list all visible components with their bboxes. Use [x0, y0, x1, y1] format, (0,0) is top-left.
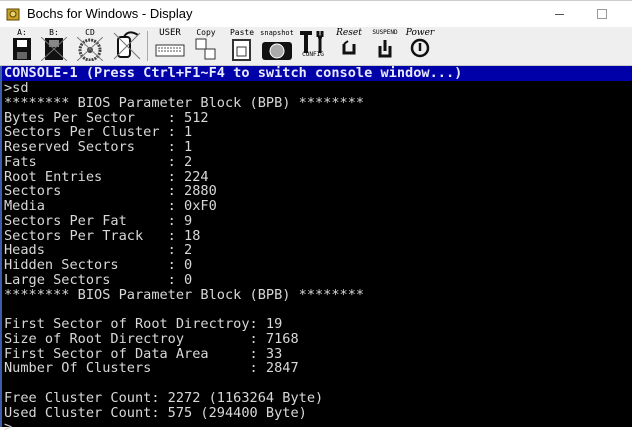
floppy-disabled-icon — [41, 37, 67, 61]
console-line: Fats : 2 — [4, 153, 193, 170]
keyboard-icon — [155, 44, 185, 57]
reset-button[interactable]: Reset — [332, 29, 366, 63]
window-title: Bochs for Windows - Display — [27, 6, 193, 21]
console-line: Bytes Per Sector : 512 — [4, 109, 209, 126]
console-line: Number Of Clusters : 2847 — [4, 360, 299, 377]
copy-button[interactable]: Copy — [192, 29, 220, 63]
maximize-button[interactable] — [595, 5, 613, 23]
paste-button[interactable]: Paste — [228, 29, 256, 63]
console-area[interactable]: CONSOLE-1 (Press Ctrl+F1~F4 to switch co… — [0, 66, 632, 435]
power-label: Power — [405, 28, 435, 38]
camera-icon — [262, 42, 292, 60]
console-output: >sd ******** BIOS Parameter Block (BPB) *… — [2, 81, 632, 435]
floppy-a-button[interactable]: A: — [8, 29, 36, 63]
console-line: ******** BIOS Parameter Block (BPB) ****… — [4, 94, 365, 111]
user-button[interactable]: USER — [154, 29, 186, 63]
power-button[interactable]: Power — [404, 29, 436, 63]
floppy-icon — [13, 38, 31, 60]
console-line: Heads : 2 — [4, 242, 193, 259]
console-line: Media : 0xF0 — [4, 198, 217, 214]
config-button[interactable]: CONFIG — [298, 29, 328, 63]
console-line: > — [4, 419, 13, 435]
console-line: First Sector of Root Directroy: 19 — [4, 316, 283, 332]
bochs-app-icon — [6, 8, 20, 21]
reset-label: Reset — [336, 28, 362, 38]
paste-icon — [232, 39, 251, 61]
console-line: >sd — [4, 80, 29, 96]
cdrom-disabled-icon — [77, 37, 103, 61]
console-line: Root Entries : 224 — [4, 168, 209, 185]
config-label: CONFIG — [302, 51, 324, 58]
toolbar: A: B: CD USER Copy Paste snapshot CONFIG… — [0, 27, 632, 67]
console-line: Used Cluster Count: 575 (294400 Byte) — [4, 404, 307, 421]
console-line: First Sector of Data Area : 33 — [4, 345, 283, 362]
toolbar-separator — [147, 31, 148, 61]
user-label: USER — [159, 28, 181, 38]
mouse-disabled-icon — [113, 31, 141, 60]
copy-icon — [195, 38, 216, 60]
console-line: Sectors : 2880 — [4, 183, 217, 200]
console-line: ******** BIOS Parameter Block (BPB) ****… — [4, 286, 365, 303]
console-line: Sectors Per Fat : 9 — [4, 212, 193, 229]
snapshot-button[interactable]: snapshot — [260, 29, 294, 63]
suspend-icon — [378, 40, 392, 58]
cdrom-label: CD — [85, 28, 95, 37]
console-line: Hidden Sectors : 0 — [4, 257, 193, 273]
console-line: Free Cluster Count: 2272 (1163264 Byte) — [4, 389, 324, 406]
floppy-a-label: A: — [17, 28, 27, 37]
mouse-button[interactable] — [112, 29, 142, 63]
console-line: Sectors Per Track : 18 — [4, 227, 201, 244]
title-bar: Bochs for Windows - Display — [0, 0, 632, 28]
copy-label: Copy — [196, 28, 216, 37]
power-icon — [410, 38, 430, 58]
floppy-b-button[interactable]: B: — [40, 29, 68, 63]
minimize-button[interactable] — [553, 5, 571, 23]
console-line: Size of Root Directroy : 7168 — [4, 330, 299, 347]
paste-label: Paste — [229, 28, 255, 37]
suspend-label: SUSPEND — [372, 29, 398, 36]
suspend-button[interactable]: SUSPEND — [368, 29, 402, 63]
console-header: CONSOLE-1 (Press Ctrl+F1~F4 to switch co… — [2, 66, 632, 81]
cdrom-button[interactable]: CD — [76, 29, 104, 63]
console-line: Reserved Sectors : 1 — [4, 139, 193, 155]
reset-icon — [342, 40, 356, 55]
snapshot-label: snapshot — [260, 29, 294, 37]
console-line: Large Sectors : 0 — [4, 271, 193, 288]
floppy-b-label: B: — [49, 28, 59, 37]
console-line: Sectors Per Cluster : 1 — [4, 124, 193, 141]
